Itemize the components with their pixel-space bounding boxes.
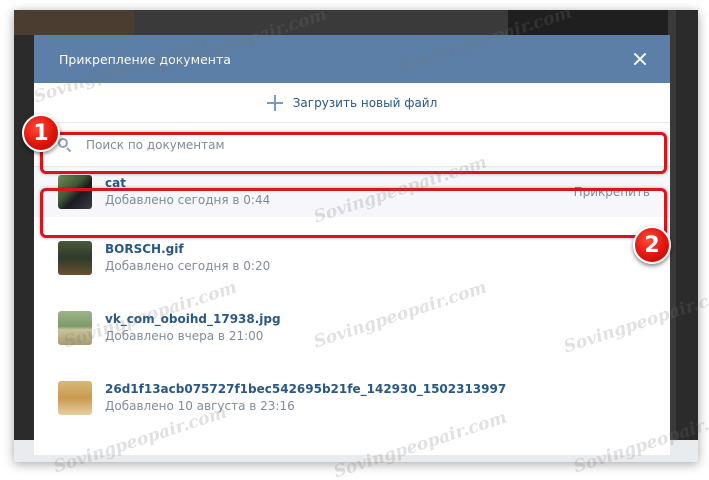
document-name[interactable]: BORSCH.gif <box>105 241 270 257</box>
document-list: cat Добавлено сегодня в 0:44 Прикрепить … <box>34 167 670 427</box>
attach-document-modal: Прикрепление документа Загрузить новый ф… <box>34 35 670 455</box>
step-marker-1: 1 <box>22 114 60 152</box>
list-item[interactable]: vk_com_oboihd_17938.jpg Добавлено вчера … <box>34 299 670 357</box>
screenshot-frame: Прикрепление документа Загрузить новый ф… <box>14 10 698 462</box>
list-item[interactable]: BORSCH.gif Добавлено сегодня в 0:20 <box>34 229 670 287</box>
modal-title: Прикрепление документа <box>59 51 231 67</box>
backdrop-left-strip <box>14 10 34 462</box>
plus-icon <box>266 94 283 111</box>
search-bar <box>34 123 670 167</box>
document-name[interactable]: cat <box>105 175 270 191</box>
document-thumbnail <box>58 381 92 415</box>
step-marker-2: 2 <box>633 226 671 264</box>
upload-new-file-button[interactable]: Загрузить новый файл <box>34 83 670 123</box>
search-icon <box>58 137 72 152</box>
search-input[interactable] <box>86 137 586 152</box>
document-thumbnail <box>58 175 92 209</box>
document-name[interactable]: vk_com_oboihd_17938.jpg <box>105 311 281 327</box>
document-thumbnail <box>58 241 92 275</box>
backdrop-right-strip <box>676 10 698 462</box>
document-date: Добавлено 10 августа в 23:16 <box>105 399 295 413</box>
document-date: Добавлено вчера в 21:00 <box>105 329 264 343</box>
attach-button[interactable]: Прикрепить <box>574 185 650 199</box>
list-item[interactable]: 26d1f13acb075727f1bec542695b21fe_142930_… <box>34 369 670 427</box>
upload-label: Загрузить новый файл <box>292 95 438 110</box>
list-item[interactable]: cat Добавлено сегодня в 0:44 Прикрепить <box>34 167 670 217</box>
backdrop-photo <box>14 10 134 35</box>
document-thumbnail <box>58 311 92 345</box>
modal-header: Прикрепление документа <box>34 35 670 83</box>
close-icon[interactable] <box>630 49 650 69</box>
document-name[interactable]: 26d1f13acb075727f1bec542695b21fe_142930_… <box>105 381 506 397</box>
backdrop-photo <box>508 10 668 35</box>
document-date: Добавлено сегодня в 0:44 <box>105 193 271 207</box>
document-date: Добавлено сегодня в 0:20 <box>105 259 271 273</box>
